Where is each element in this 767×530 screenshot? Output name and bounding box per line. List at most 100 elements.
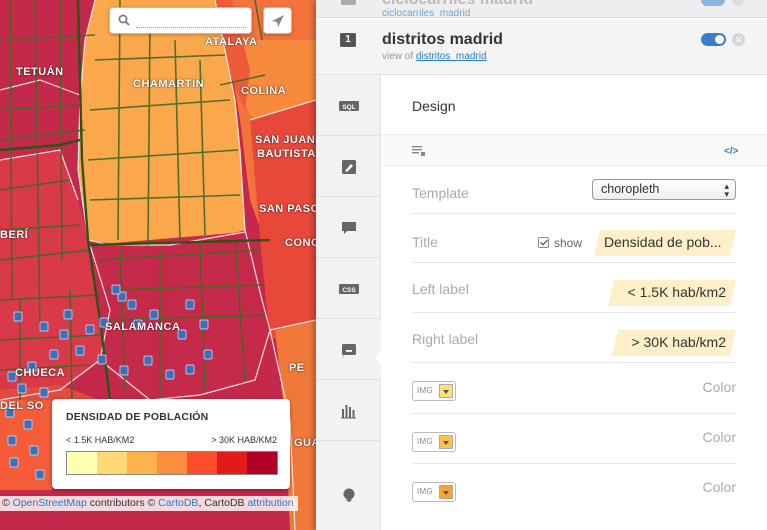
tab-filters[interactable] [316, 380, 381, 441]
active-tab-pointer [374, 351, 382, 365]
tab-infowindow[interactable] [316, 197, 381, 258]
map-attribution: © OpenStreetMap contributors © CartoDB, … [0, 496, 298, 511]
map-legend: DENSIDAD DE POBLACIÓN < 1.5K HAB/KM2 > 3… [52, 399, 290, 489]
previous-layer-source[interactable]: ciclocarriles_madrid [382, 8, 470, 17]
legend-color-ramp [66, 451, 278, 475]
left-label-row: Left label < 1.5K hab/km2 [412, 264, 736, 313]
img-label: IMG [417, 487, 434, 496]
place-label-bautista: BAUTISTA [257, 148, 316, 160]
previous-layer-header[interactable]: ciclocarriles madrid ciclocarriles_madri… [316, 0, 767, 18]
place-label-san-pascual: SAN PASC [259, 203, 316, 215]
image-color-picker[interactable]: IMG [412, 432, 456, 452]
osm-link[interactable]: OpenStreetMap [13, 497, 87, 509]
show-label: show [554, 236, 583, 250]
send-icon [272, 15, 284, 27]
template-row: Template choropleth ▴ ▾ [412, 166, 736, 214]
title-input[interactable]: Densidad de pob... [594, 230, 736, 256]
speech-bubble-icon [342, 222, 356, 234]
svg-text:SQL: SQL [342, 104, 355, 111]
place-label-chueca: CHUECA [15, 367, 66, 379]
left-label-input[interactable]: < 1.5K hab/km2 [608, 280, 736, 306]
layer-number-badge: 1 [340, 33, 356, 47]
map-search-box[interactable] [109, 7, 252, 34]
place-label-pe: PE [289, 362, 305, 374]
legend-color-step [67, 452, 97, 474]
wizard-list-icon[interactable] [412, 145, 426, 157]
share-button[interactable] [263, 7, 292, 34]
place-label-chamartin: CHAMARTÍN [133, 78, 205, 90]
previous-layer-toggle[interactable] [701, 0, 725, 6]
tab-sql[interactable]: SQL [316, 75, 381, 136]
attribution-link[interactable]: attribution [247, 497, 293, 509]
legend-color-step [157, 452, 187, 474]
layer-visibility-toggle[interactable] [701, 33, 726, 46]
color-swatch[interactable] [439, 384, 453, 398]
map-search-input[interactable] [136, 13, 246, 28]
attribution-contributors: contributors © [89, 497, 156, 509]
tab-add-element[interactable] [316, 441, 381, 530]
place-label-gua: GUA [294, 437, 316, 449]
place-label-colina: COLINA [241, 85, 287, 97]
title-label: Title [412, 234, 438, 250]
place-label-san-juan: SAN JUAN [255, 134, 316, 146]
code-view-toggle[interactable]: </> [724, 146, 738, 157]
legend-left-label: < 1.5K HAB/KM2 [66, 435, 135, 445]
tab-legend[interactable]: ? [316, 319, 381, 380]
color-swatch[interactable] [439, 485, 453, 499]
layer-name[interactable]: distritos madrid [382, 31, 503, 49]
legend-color-step [127, 452, 157, 474]
img-label: IMG [417, 386, 434, 395]
close-icon[interactable] [732, 33, 745, 46]
layer-tabs: SQL CSS ? [316, 75, 382, 530]
legend-color-step [217, 452, 247, 474]
layer-icon [341, 0, 356, 5]
layer-header: 1 distritos madrid view of distritos_mad… [316, 19, 767, 75]
template-label: Template [412, 185, 469, 201]
sql-icon: SQL [339, 101, 359, 111]
svg-text:CSS: CSS [342, 287, 356, 294]
right-label-input[interactable]: > 30K hab/km2 [612, 330, 736, 356]
panel-title: Design [412, 98, 456, 114]
color-row: IMG Color [412, 464, 736, 524]
legend-right-label: > 30K HAB/KM2 [211, 435, 277, 445]
layer-source-link[interactable]: distritos_madrid [416, 51, 487, 62]
legend-design-panel: Design </> Template choropleth ▴ ▾ Title … [382, 75, 767, 530]
legend-color-step [247, 452, 277, 474]
attribution-copyright: © [2, 497, 10, 509]
previous-layer-close[interactable] [732, 0, 744, 6]
color-swatch[interactable] [439, 435, 453, 449]
place-label-del-sol: DEL SO [0, 400, 44, 412]
legend-subtabs: </> [382, 134, 767, 166]
histogram-icon [341, 405, 356, 419]
cartodb-link[interactable]: CartoDB [158, 497, 198, 509]
tab-wizard[interactable] [316, 136, 381, 197]
template-select[interactable]: choropleth ▴ ▾ [592, 179, 736, 200]
image-color-picker[interactable]: IMG [412, 381, 456, 401]
show-title-checkbox[interactable] [538, 237, 549, 248]
layer-view-of: view of [382, 51, 414, 62]
previous-layer-subtitle: ciclocarriles_madrid [382, 8, 470, 17]
title-row: Title show Densidad de pob... [412, 215, 736, 263]
place-label-salamanca: SALAMANCA [105, 321, 181, 333]
legend-color-step [187, 452, 217, 474]
place-label-tetuan: TETUÁN [16, 66, 64, 78]
img-label: IMG [417, 437, 434, 446]
legend-title: DENSIDAD DE POBLACIÓN [66, 411, 209, 423]
map-view[interactable]: ATALAYA TETUÁN CHAMARTÍN COLINA SAN JUAN… [0, 0, 316, 530]
select-arrows-icon: ▴ ▾ [724, 181, 729, 199]
image-color-picker[interactable]: IMG [412, 482, 456, 502]
place-label-concepcion: CONC [285, 237, 316, 249]
color-label: Color [702, 429, 736, 445]
color-label: Color [702, 379, 736, 395]
layer-panel: ciclocarriles madrid ciclocarriles_madri… [316, 0, 767, 530]
right-label-row: Right label > 30K hab/km2 [412, 313, 736, 363]
place-label-atalaya: ATALAYA [205, 36, 258, 48]
add-marker-icon [343, 488, 355, 502]
css-icon: CSS [339, 284, 359, 294]
color-row: IMG Color [412, 414, 736, 464]
search-icon [118, 14, 130, 26]
tab-css[interactable]: CSS [316, 258, 381, 319]
layer-subtitle: view of distritos_madrid [382, 51, 487, 62]
pencil-brush-icon [342, 160, 356, 174]
left-label-label: Left label [412, 281, 469, 297]
